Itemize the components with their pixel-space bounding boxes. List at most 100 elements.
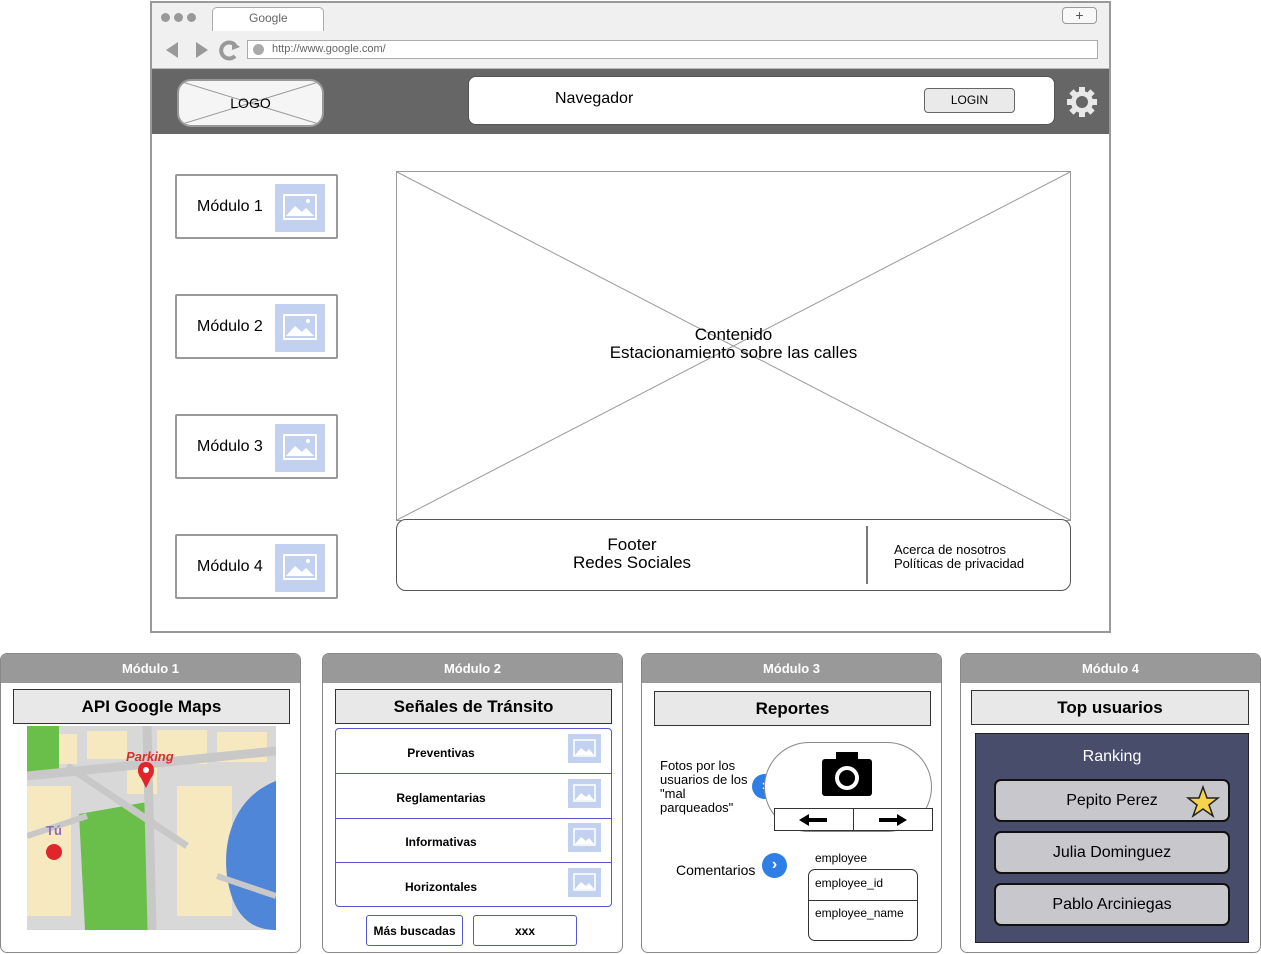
comments-label: Comentarios	[676, 862, 756, 878]
user-name: Pepito Perez	[1066, 792, 1158, 809]
signs-list: Preventivas Reglamentarias Informativas …	[335, 728, 612, 907]
module-2-panel: Módulo 2 Señales de Tránsito Preventivas…	[322, 653, 623, 953]
sidebar-item-modulo-4[interactable]: Módulo 4	[175, 534, 338, 599]
user-name: Pablo Arciniegas	[1052, 896, 1172, 913]
list-item[interactable]: Preventivas	[336, 729, 611, 774]
browser-tab[interactable]: Google	[212, 7, 324, 31]
photos-description: Fotos por los usuarios de los "mal parqu…	[660, 759, 747, 815]
table-divider	[809, 900, 917, 901]
sidebar-item-label: Módulo 1	[197, 198, 263, 215]
controls-divider	[853, 809, 854, 830]
forward-arrow-icon[interactable]	[196, 42, 208, 58]
parking-label: Parking	[126, 749, 174, 764]
photos-text-line: usuarios de los	[660, 772, 748, 787]
google-map[interactable]: Parking Tú	[27, 726, 276, 930]
sidebar-item-modulo-1[interactable]: Módulo 1	[175, 174, 338, 239]
secure-icon	[253, 44, 264, 55]
login-button[interactable]: LOGIN	[924, 88, 1015, 113]
camera-icon[interactable]	[821, 751, 873, 797]
panel-title: Módulo 1	[1, 654, 300, 683]
content-title: Contenido	[694, 325, 773, 344]
list-item-label: Preventivas	[407, 746, 475, 760]
list-item-label: Reglamentarias	[396, 791, 486, 805]
sidebar-item-modulo-2[interactable]: Módulo 2	[175, 294, 338, 359]
image-placeholder-icon	[568, 823, 601, 852]
ranking-user-3[interactable]: Pablo Arciniegas	[994, 883, 1230, 926]
new-tab-button[interactable]: +	[1062, 7, 1097, 24]
footer-links: Acerca de nosotros Políticas de privacid…	[894, 543, 1024, 571]
module-4-panel: Módulo 4 Top usuarios Ranking Pepito Per…	[960, 653, 1261, 953]
site-footer: Footer Redes Sociales Acerca de nosotros…	[396, 519, 1071, 591]
nav-label: Navegador	[555, 90, 634, 107]
sidebar-item-label: Módulo 2	[197, 318, 263, 335]
image-placeholder-icon	[568, 779, 601, 808]
image-placeholder-icon	[275, 184, 325, 232]
list-item-label: Horizontales	[404, 880, 477, 894]
tab-title: Google	[249, 11, 288, 25]
browser-chrome: Google + http://www.google.com/	[152, 3, 1109, 69]
module-3-panel: Módulo 3 Reportes Fotos por los usuarios…	[641, 653, 942, 953]
left-arrow-icon[interactable]	[799, 813, 829, 827]
content-subtitle: Estacionamiento sobre las calles	[609, 343, 858, 362]
extra-button[interactable]: xxx	[473, 915, 577, 946]
content-text: Contenido Estacionamiento sobre las call…	[397, 326, 1070, 362]
image-placeholder-icon	[275, 424, 325, 472]
url-bar[interactable]: http://www.google.com/	[247, 40, 1098, 59]
navigator: Navegador LOGIN	[468, 76, 1055, 125]
table-field: employee_name	[815, 906, 904, 920]
photos-text-line: Fotos por los	[660, 758, 736, 773]
comments-table: employee_id employee_name	[808, 869, 918, 941]
list-item[interactable]: Informativas	[336, 818, 611, 863]
ranking-panel: Ranking Pepito Perez Julia Dominguez Pab…	[975, 733, 1249, 943]
you-location-icon	[46, 844, 62, 860]
panel-heading: Top usuarios	[971, 690, 1249, 725]
nav-arrows	[166, 40, 240, 61]
table-field: employee_id	[815, 876, 884, 890]
ranking-title: Ranking	[1082, 748, 1142, 765]
panel-title: Módulo 4	[961, 654, 1260, 683]
privacy-link[interactable]: Políticas de privacidad	[894, 557, 1024, 571]
footer-social[interactable]: Redes Sociales	[397, 554, 867, 572]
window-dot-icon[interactable]	[187, 13, 196, 22]
about-link[interactable]: Acerca de nosotros	[894, 543, 1024, 557]
panel-title: Módulo 3	[642, 654, 941, 683]
sidebar-item-modulo-3[interactable]: Módulo 3	[175, 414, 338, 479]
carousel-controls	[774, 808, 933, 831]
footer-divider	[866, 526, 868, 584]
image-placeholder-icon	[275, 304, 325, 352]
sidebar-item-label: Módulo 4	[197, 558, 263, 575]
panel-heading: API Google Maps	[13, 689, 290, 724]
module-1-panel: Módulo 1 API Google Maps Parking Tú	[0, 653, 301, 953]
panel-title: Módulo 2	[323, 654, 622, 683]
window-dot-icon[interactable]	[174, 13, 183, 22]
back-arrow-icon[interactable]	[166, 42, 178, 58]
chevron-right-icon[interactable]: ›	[762, 853, 787, 878]
user-name: Julia Dominguez	[1052, 844, 1172, 861]
browser-window: Google + http://www.google.com/ LOGO Nav…	[150, 1, 1111, 633]
you-label: Tú	[46, 823, 62, 838]
list-item[interactable]: Horizontales	[336, 863, 611, 906]
footer-main: Footer Redes Sociales	[397, 536, 867, 572]
image-placeholder-icon	[568, 734, 601, 763]
image-placeholder-icon	[275, 544, 325, 592]
site-header: LOGO Navegador LOGIN	[152, 69, 1109, 134]
star-icon	[1186, 785, 1220, 818]
window-dot-icon[interactable]	[161, 13, 170, 22]
photos-text-line: "mal	[660, 786, 686, 801]
right-arrow-icon[interactable]	[877, 813, 907, 827]
logo-text: LOGO	[230, 95, 271, 111]
reload-icon[interactable]	[219, 40, 240, 61]
photos-text-line: parqueados"	[660, 800, 734, 815]
table-name: employee	[815, 851, 868, 865]
logo[interactable]: LOGO	[177, 79, 324, 127]
list-item[interactable]: Reglamentarias	[336, 774, 611, 819]
gear-icon[interactable]	[1066, 86, 1098, 118]
main-content-placeholder: Contenido Estacionamiento sobre las call…	[396, 171, 1071, 521]
footer-title: Footer	[607, 535, 657, 554]
panel-heading: Reportes	[654, 691, 931, 726]
image-placeholder-icon	[568, 868, 601, 897]
most-searched-button[interactable]: Más buscadas	[366, 915, 463, 946]
panel-heading: Señales de Tránsito	[335, 689, 612, 724]
sidebar-item-label: Módulo 3	[197, 438, 263, 455]
ranking-user-2[interactable]: Julia Dominguez	[994, 831, 1230, 874]
